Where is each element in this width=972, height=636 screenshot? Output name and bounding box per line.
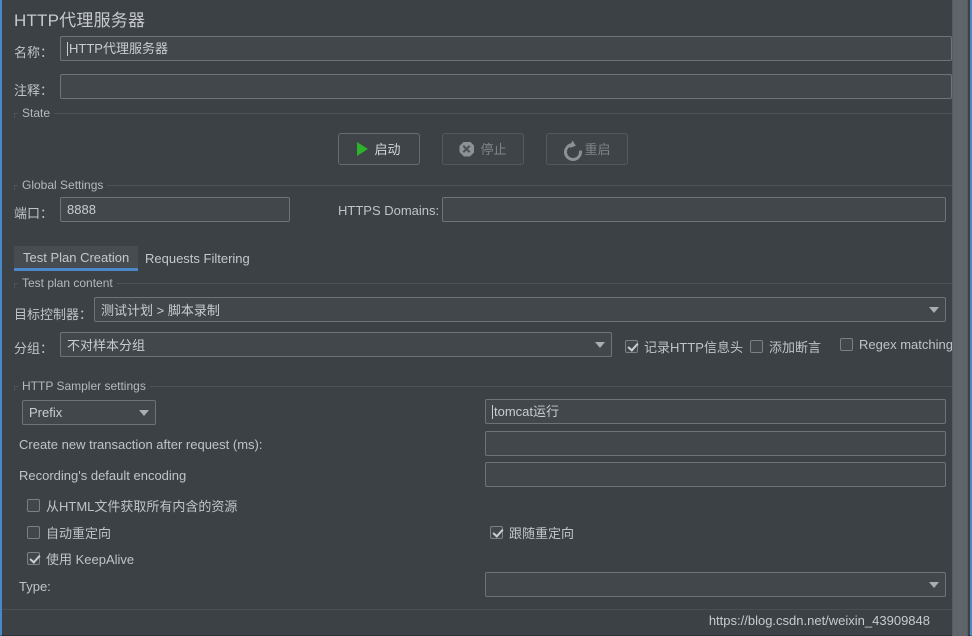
- text-caret: [492, 404, 493, 419]
- http-proxy-server-window: HTTP代理服务器 名称： HTTP代理服务器 注释： State 启动 停止 …: [0, 0, 972, 636]
- checkbox-regex-matching[interactable]: Regex matching: [840, 337, 953, 352]
- global-settings-rule: [14, 185, 952, 186]
- bottom-divider: [2, 609, 954, 610]
- test-plan-content-legend: Test plan content: [18, 276, 117, 290]
- checkbox-regex-matching-label: Regex matching: [859, 337, 953, 352]
- comment-input[interactable]: [60, 74, 952, 99]
- global-settings-legend: Global Settings: [18, 178, 108, 192]
- stop-icon: [459, 141, 475, 157]
- transaction-delay-label: Create new transaction after request (ms…: [19, 437, 263, 452]
- grouping-value: 不对样本分组: [67, 338, 146, 353]
- tab-requests-filtering[interactable]: Requests Filtering: [136, 246, 259, 271]
- type-label: Type:: [19, 579, 51, 594]
- https-domains-input[interactable]: [442, 197, 946, 222]
- checkbox-add-assertions[interactable]: 添加断言: [750, 337, 821, 356]
- port-input[interactable]: 8888: [60, 197, 290, 222]
- checkbox-box: [27, 526, 40, 539]
- vertical-scrollbar[interactable]: [952, 0, 968, 636]
- checkbox-record-http-headers-label: 记录HTTP信息头: [644, 340, 743, 355]
- chevron-down-icon: [929, 306, 939, 313]
- checkbox-use-keepalive[interactable]: 使用 KeepAlive: [27, 549, 134, 568]
- restart-button[interactable]: 重启: [546, 133, 628, 165]
- checkbox-retrieve-embedded-resources-label: 从HTML文件获取所有内含的资源: [46, 499, 238, 514]
- checkbox-record-http-headers[interactable]: 记录HTTP信息头: [625, 337, 743, 356]
- name-input[interactable]: HTTP代理服务器: [60, 36, 952, 61]
- text-caret: [67, 41, 68, 56]
- port-label: 端口：: [14, 206, 54, 221]
- page-title: HTTP代理服务器: [14, 11, 146, 30]
- tab-requests-filtering-label: Requests Filtering: [145, 251, 250, 266]
- test-plan-content-tick: [14, 283, 15, 288]
- https-domains-label: HTTPS Domains:: [338, 203, 440, 218]
- default-encoding-label: Recording's default encoding: [19, 468, 187, 483]
- prefix-input[interactable]: tomcat运行: [485, 399, 946, 424]
- checkbox-box: [27, 499, 40, 512]
- stop-button-label: 停止: [480, 141, 507, 157]
- grouping-label: 分组：: [14, 341, 54, 356]
- sampler-settings-rule: [14, 386, 952, 387]
- tab-test-plan-creation[interactable]: Test Plan Creation: [14, 246, 139, 271]
- state-group-legend: State: [18, 106, 55, 120]
- start-button[interactable]: 启动: [338, 133, 420, 165]
- target-controller-label: 目标控制器：: [14, 307, 93, 322]
- checkbox-add-assertions-label: 添加断言: [769, 340, 822, 355]
- comment-label: 注释：: [14, 83, 54, 98]
- chevron-down-icon: [929, 581, 939, 588]
- checkbox-follow-redirect[interactable]: 跟随重定向: [490, 523, 574, 542]
- start-button-label: 启动: [374, 141, 401, 157]
- checkbox-follow-redirect-label: 跟随重定向: [509, 526, 575, 541]
- chevron-down-icon: [139, 409, 149, 416]
- stop-button[interactable]: 停止: [442, 133, 524, 165]
- prefix-mode-dropdown[interactable]: Prefix: [22, 400, 156, 425]
- state-group-rule: [14, 113, 952, 114]
- checkbox-auto-redirect-label: 自动重定向: [46, 526, 112, 541]
- target-controller-value: 测试计划 > 脚本录制: [101, 303, 220, 318]
- global-settings-tick: [14, 185, 15, 190]
- checkbox-box: [840, 338, 853, 351]
- name-input-value: HTTP代理服务器: [69, 41, 168, 56]
- restart-icon: [563, 142, 578, 157]
- checkbox-box: [490, 526, 503, 539]
- test-plan-content-rule: [14, 283, 952, 284]
- sampler-settings-tick: [14, 386, 15, 391]
- port-input-value: 8888: [67, 202, 96, 217]
- vertical-scrollbar-thumb[interactable]: [953, 0, 967, 636]
- name-label: 名称：: [14, 45, 54, 60]
- grouping-dropdown[interactable]: 不对样本分组: [60, 332, 612, 357]
- chevron-down-icon: [595, 341, 605, 348]
- play-icon: [357, 142, 369, 156]
- prefix-mode-value: Prefix: [29, 405, 63, 420]
- tab-test-plan-creation-label: Test Plan Creation: [23, 249, 130, 265]
- checkbox-auto-redirect[interactable]: 自动重定向: [27, 523, 111, 542]
- prefix-input-value: tomcat运行: [494, 404, 560, 419]
- type-dropdown[interactable]: [485, 572, 946, 597]
- restart-button-label: 重启: [584, 141, 611, 157]
- checkbox-box: [27, 552, 40, 565]
- checkbox-use-keepalive-label: 使用 KeepAlive: [46, 552, 135, 567]
- checkbox-box: [750, 340, 763, 353]
- default-encoding-input[interactable]: [485, 462, 946, 487]
- settings-pane: HTTP代理服务器 名称： HTTP代理服务器 注释： State 启动 停止 …: [2, 0, 954, 636]
- state-group-tick: [14, 113, 15, 118]
- target-controller-dropdown[interactable]: 测试计划 > 脚本录制: [94, 297, 946, 322]
- watermark-text: https://blog.csdn.net/weixin_43909848: [708, 613, 930, 628]
- sampler-settings-legend: HTTP Sampler settings: [18, 379, 150, 393]
- transaction-delay-input[interactable]: [485, 431, 946, 456]
- checkbox-box: [625, 340, 638, 353]
- checkbox-retrieve-embedded-resources[interactable]: 从HTML文件获取所有内含的资源: [27, 496, 237, 515]
